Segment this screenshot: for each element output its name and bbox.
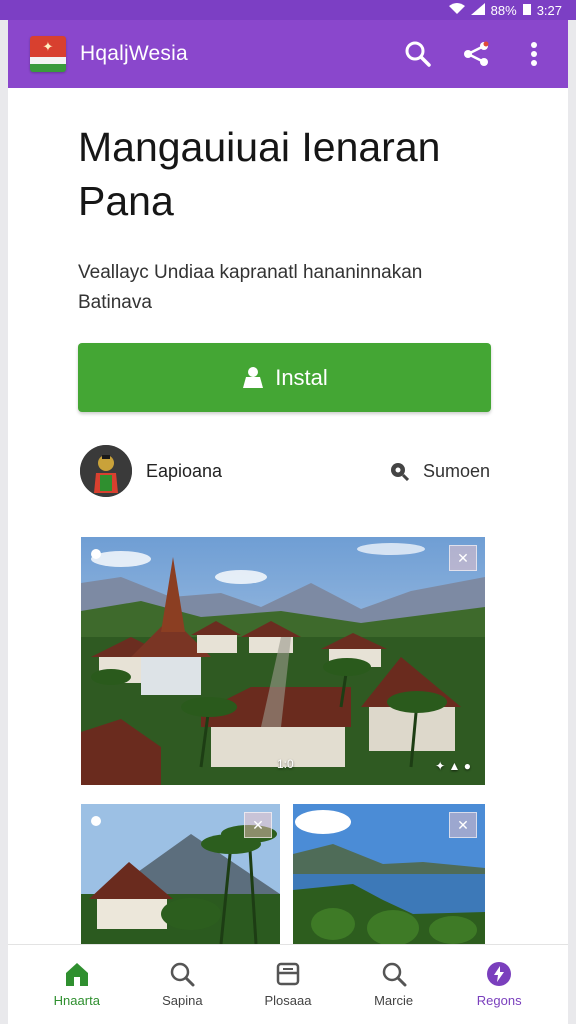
- app-bar: ✦ HqaljWesia: [8, 20, 568, 88]
- battery-icon: [522, 3, 531, 18]
- close-icon[interactable]: ✕: [244, 812, 272, 838]
- screenshot-corner-badge: ✦ ▲ ●: [435, 759, 471, 773]
- page-title: Mangauiuai Ienaran Pana: [78, 120, 508, 228]
- more-button[interactable]: [518, 38, 550, 70]
- nav-label-explore: Marcie: [374, 993, 414, 1008]
- search-icon: [382, 962, 407, 987]
- developer-avatar[interactable]: [80, 445, 132, 497]
- nav-label-home: Hnaarta: [53, 993, 100, 1008]
- nav-item-explore[interactable]: Marcie: [351, 961, 437, 1008]
- nav-item-library[interactable]: Plosaaa: [245, 961, 331, 1008]
- close-icon[interactable]: ✕: [449, 545, 477, 571]
- screenshot-secondary-left[interactable]: ✕: [81, 804, 280, 944]
- app-logo-icon: ✦: [30, 36, 66, 72]
- indicator-dot: [91, 549, 101, 559]
- source-label: Sumoen: [422, 460, 490, 481]
- source-link[interactable]: Sumoen: [389, 461, 490, 482]
- nav-item-search[interactable]: Sapina: [139, 961, 225, 1008]
- bolt-icon: [487, 962, 512, 986]
- status-bar: 88% 3:27: [0, 0, 576, 20]
- nav-item-regions[interactable]: Regons: [456, 961, 542, 1008]
- nav-item-home[interactable]: Hnaarta: [34, 961, 120, 1008]
- wifi-icon: [448, 2, 465, 18]
- share-icon: [464, 41, 489, 66]
- screenshot-main[interactable]: ✕ 1:0 ✦ ▲ ●: [81, 537, 485, 785]
- title-line-1: Mangauiuai Ienaran: [78, 124, 441, 170]
- app-title: HqaljWesia: [80, 42, 188, 65]
- content-sheet: Mangauiuai Ienaran Pana Veallayc Undiaa …: [8, 88, 568, 1024]
- app-description: Veallayc Undiaa kapranatl hananinnakan B…: [78, 258, 498, 318]
- install-icon: [243, 366, 264, 388]
- title-line-2: Pana: [78, 178, 174, 224]
- developer-row: Eapioana Sumoen: [80, 444, 490, 498]
- search-icon: [171, 962, 195, 987]
- description-line-2: Batinava: [78, 292, 152, 313]
- search-icon: [405, 41, 431, 67]
- library-icon: [276, 962, 300, 986]
- indicator-dot: [91, 816, 101, 826]
- more-vert-icon: [531, 42, 537, 66]
- bottom-navigation: Hnaarta Sapina Plosaaa Marcie Regons: [8, 944, 568, 1024]
- clock: 3:27: [536, 2, 562, 18]
- nav-label-library: Plosaaa: [264, 993, 312, 1008]
- nav-label-search: Sapina: [162, 993, 203, 1008]
- developer-name[interactable]: Eapioana: [146, 461, 389, 482]
- share-button[interactable]: [460, 38, 492, 70]
- install-button[interactable]: Instal: [78, 343, 491, 412]
- source-icon: [390, 463, 409, 481]
- close-icon[interactable]: ✕: [449, 812, 477, 838]
- signal-icon: [470, 2, 485, 18]
- screenshot-time: 1:0: [277, 757, 294, 771]
- search-button[interactable]: [402, 38, 434, 70]
- screenshot-secondary-right[interactable]: ✕: [293, 804, 485, 944]
- install-label: Instal: [275, 364, 328, 390]
- description-line-1: Veallayc Undiaa kapranatl hananinnakan: [78, 262, 423, 283]
- battery-percent: 88%: [490, 2, 517, 18]
- home-icon: [65, 963, 88, 986]
- nav-label-regions: Regons: [476, 993, 522, 1008]
- village-landscape-image: [81, 537, 485, 785]
